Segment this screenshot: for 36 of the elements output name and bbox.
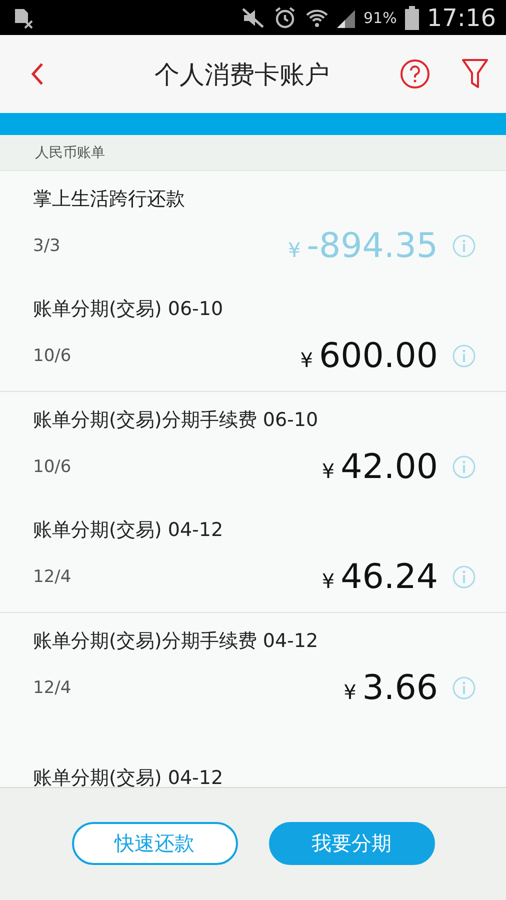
transaction-title: 账单分期(交易)分期手续费 04-12 <box>33 629 320 654</box>
sim-card-icon <box>12 6 34 28</box>
info-icon[interactable] <box>452 344 476 368</box>
battery-percent: 91% <box>363 8 397 26</box>
transaction-amount: ¥ 42.00 <box>322 447 438 487</box>
filter-icon[interactable] <box>462 59 488 89</box>
transaction-title: 账单分期(交易) 06-10 <box>33 297 224 322</box>
transaction-title: 账单分期(交易) 04-12 <box>33 518 224 543</box>
transaction-title: 掌上生活跨行还款 <box>33 187 186 212</box>
mute-icon <box>241 6 266 28</box>
info-icon[interactable] <box>452 234 476 258</box>
transaction-amount: ¥ -894.35 <box>288 226 438 266</box>
help-icon[interactable] <box>400 59 430 89</box>
alarm-icon <box>273 6 298 30</box>
transaction-date: 10/6 <box>33 346 72 366</box>
action-button[interactable]: 快速还款 <box>72 822 238 865</box>
transaction-date: 3/3 <box>33 236 62 256</box>
transaction-amount: ¥ 46.24 <box>322 557 438 597</box>
battery-icon <box>404 6 419 30</box>
transaction-title: 账单分期(交易)分期手续费 06-10 <box>33 408 320 433</box>
transaction-title: 账单分期(交易) 04-12 <box>33 766 224 791</box>
info-icon[interactable] <box>452 455 476 479</box>
transaction-date: 12/4 <box>33 678 72 698</box>
transaction-amount: ¥ 3.66 <box>344 668 438 708</box>
info-icon[interactable] <box>452 565 476 589</box>
action-button[interactable]: 我要分期 <box>268 822 434 865</box>
signal-icon <box>337 8 356 28</box>
section-title: 人民币账单 <box>35 144 105 162</box>
clock-time: 17:16 <box>426 4 496 32</box>
back-icon[interactable] <box>30 62 44 86</box>
info-icon[interactable] <box>452 676 476 700</box>
transaction-date: 10/6 <box>33 457 72 477</box>
transaction-amount: ¥ 600.00 <box>300 336 438 376</box>
wifi-icon <box>305 6 330 28</box>
transaction-date: 12/4 <box>33 567 72 587</box>
page-title: 个人消费卡账户 <box>154 58 330 90</box>
